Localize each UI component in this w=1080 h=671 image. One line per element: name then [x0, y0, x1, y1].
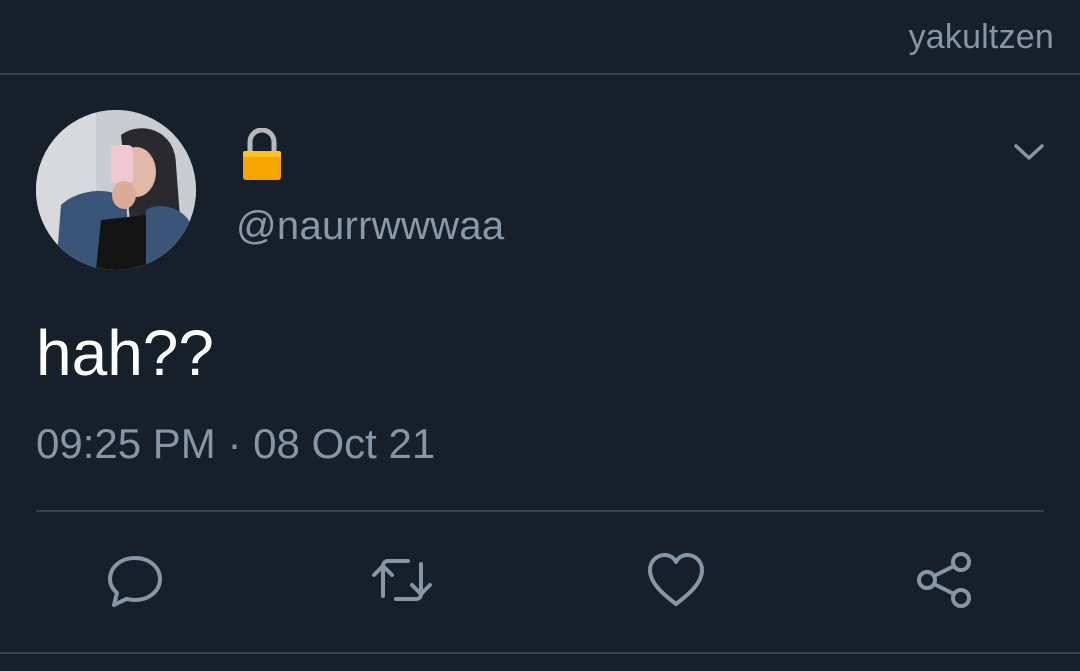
tweet-timestamp[interactable]: 09:25 PM · 08 Oct 21 — [36, 420, 435, 468]
tweet-text: hah?? — [36, 317, 214, 389]
retweet-button[interactable] — [370, 548, 434, 612]
share-icon — [917, 552, 971, 608]
tweet-time: 09:25 PM — [36, 420, 216, 467]
author-handle[interactable]: @naurrwwwaa — [236, 204, 504, 249]
reply-button[interactable] — [103, 548, 167, 612]
avatar[interactable] — [36, 110, 196, 270]
tweet-date: 08 Oct 21 — [253, 420, 436, 467]
account-username-label: yakultzen — [908, 18, 1054, 56]
avatar-photo — [36, 110, 196, 270]
like-button[interactable] — [644, 548, 708, 612]
header-divider — [0, 73, 1080, 75]
reply-icon — [108, 556, 162, 607]
retweet-icon — [372, 559, 432, 601]
heart-icon — [648, 553, 704, 606]
bottom-divider — [0, 652, 1080, 654]
chevron-down-icon[interactable] — [1012, 140, 1046, 164]
lock-icon — [240, 127, 284, 182]
share-button[interactable] — [912, 548, 976, 612]
timestamp-separator: · — [227, 420, 242, 467]
actions-divider — [36, 510, 1044, 512]
